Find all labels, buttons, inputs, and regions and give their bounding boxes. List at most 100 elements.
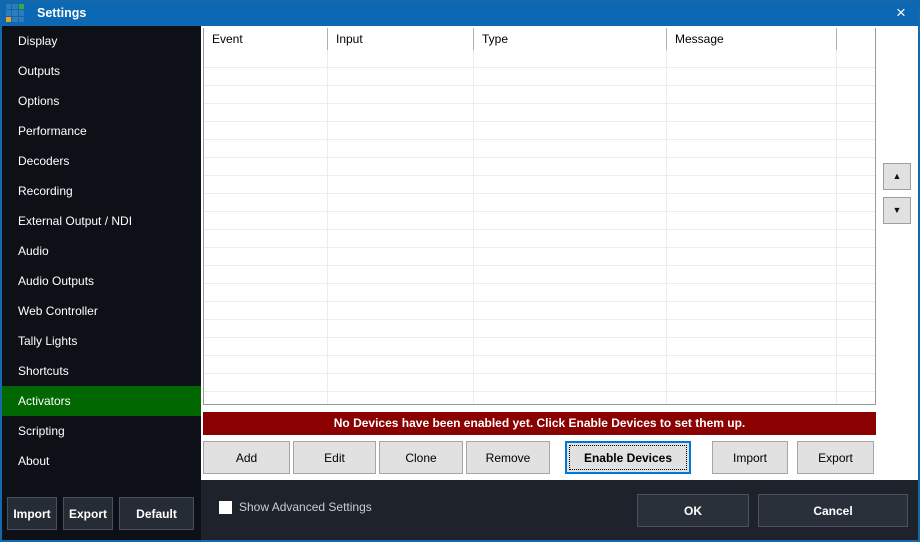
import-button[interactable]: Import (712, 441, 788, 474)
default-settings-button[interactable]: Default (119, 497, 194, 530)
table-cell (837, 356, 875, 373)
table-cell (837, 86, 875, 103)
table-cell (328, 392, 474, 405)
table-row (204, 302, 875, 320)
table-row (204, 338, 875, 356)
table-cell (837, 392, 875, 405)
sidebar-item-display[interactable]: Display (0, 26, 201, 56)
sidebar-item-web-controller[interactable]: Web Controller (0, 296, 201, 326)
titlebar: Settings × (0, 0, 920, 26)
sidebar-item-options[interactable]: Options (0, 86, 201, 116)
table-row (204, 86, 875, 104)
table-row (204, 104, 875, 122)
import-settings-button[interactable]: Import (7, 497, 57, 530)
table-cell (204, 212, 328, 229)
sidebar: DisplayOutputsOptionsPerformanceDecoders… (0, 26, 201, 542)
add-button[interactable]: Add (203, 441, 290, 474)
remove-button[interactable]: Remove (466, 441, 550, 474)
table-cell (474, 158, 667, 175)
table-cell (837, 374, 875, 391)
table-cell (328, 140, 474, 157)
table-cell (667, 320, 837, 337)
sidebar-item-performance[interactable]: Performance (0, 116, 201, 146)
export-button[interactable]: Export (797, 441, 874, 474)
table-cell (204, 356, 328, 373)
table-row (204, 176, 875, 194)
ok-button[interactable]: OK (637, 494, 749, 527)
enable-devices-button[interactable]: Enable Devices (565, 441, 691, 474)
table-row (204, 392, 875, 405)
table-row (204, 50, 875, 68)
table-cell (474, 194, 667, 211)
table-cell (204, 230, 328, 247)
window-title: Settings (37, 0, 86, 26)
close-icon[interactable]: × (889, 0, 913, 26)
column-header-input[interactable]: Input (328, 28, 474, 50)
arrow-down-icon: ▼ (893, 205, 902, 215)
sidebar-item-decoders[interactable]: Decoders (0, 146, 201, 176)
table-body (204, 50, 875, 405)
table-cell (474, 86, 667, 103)
table-cell (204, 302, 328, 319)
table-cell (837, 68, 875, 85)
table-cell (837, 248, 875, 265)
show-advanced-settings-checkbox[interactable] (219, 501, 232, 514)
move-up-button[interactable]: ▲ (883, 163, 911, 190)
column-header-event[interactable]: Event (204, 28, 328, 50)
sidebar-item-recording[interactable]: Recording (0, 176, 201, 206)
settings-window: Settings × DisplayOutputsOptionsPerforma… (0, 0, 920, 542)
table-cell (328, 86, 474, 103)
move-down-button[interactable]: ▼ (883, 197, 911, 224)
table-cell (204, 86, 328, 103)
table-cell (667, 122, 837, 139)
table-cell (204, 176, 328, 193)
table-cell (837, 320, 875, 337)
table-cell (667, 374, 837, 391)
table-cell (474, 140, 667, 157)
column-header-type[interactable]: Type (474, 28, 667, 50)
sidebar-item-scripting[interactable]: Scripting (0, 416, 201, 446)
table-cell (667, 68, 837, 85)
edit-button[interactable]: Edit (293, 441, 376, 474)
table-cell (328, 194, 474, 211)
table-cell (204, 50, 328, 67)
activators-table: EventInputTypeMessage (203, 28, 876, 405)
table-cell (837, 50, 875, 67)
table-cell (474, 230, 667, 247)
table-cell (204, 266, 328, 283)
sidebar-item-tally-lights[interactable]: Tally Lights (0, 326, 201, 356)
sidebar-item-about[interactable]: About (0, 446, 201, 476)
table-cell (667, 104, 837, 121)
export-settings-button[interactable]: Export (63, 497, 113, 530)
arrow-up-icon: ▲ (893, 171, 902, 181)
table-cell (474, 356, 667, 373)
sidebar-item-external-output-ndi[interactable]: External Output / NDI (0, 206, 201, 236)
table-cell (667, 158, 837, 175)
table-cell (667, 230, 837, 247)
table-cell (474, 284, 667, 301)
cancel-button[interactable]: Cancel (758, 494, 908, 527)
table-header-row: EventInputTypeMessage (204, 28, 875, 50)
sidebar-item-activators[interactable]: Activators (0, 386, 201, 416)
sidebar-item-outputs[interactable]: Outputs (0, 56, 201, 86)
sidebar-item-shortcuts[interactable]: Shortcuts (0, 356, 201, 386)
table-cell (667, 86, 837, 103)
table-cell (667, 302, 837, 319)
table-cell (667, 338, 837, 355)
table-cell (474, 122, 667, 139)
table-row (204, 140, 875, 158)
table-cell (837, 266, 875, 283)
table-cell (328, 104, 474, 121)
column-header-message[interactable]: Message (667, 28, 837, 50)
table-cell (328, 374, 474, 391)
vmix-logo-icon (6, 4, 24, 22)
sidebar-item-audio-outputs[interactable]: Audio Outputs (0, 266, 201, 296)
clone-button[interactable]: Clone (379, 441, 463, 474)
table-cell (328, 50, 474, 67)
show-advanced-settings-label: Show Advanced Settings (239, 500, 372, 514)
table-cell (837, 284, 875, 301)
sidebar-item-audio[interactable]: Audio (0, 236, 201, 266)
table-cell (204, 140, 328, 157)
table-cell (474, 104, 667, 121)
table-row (204, 374, 875, 392)
